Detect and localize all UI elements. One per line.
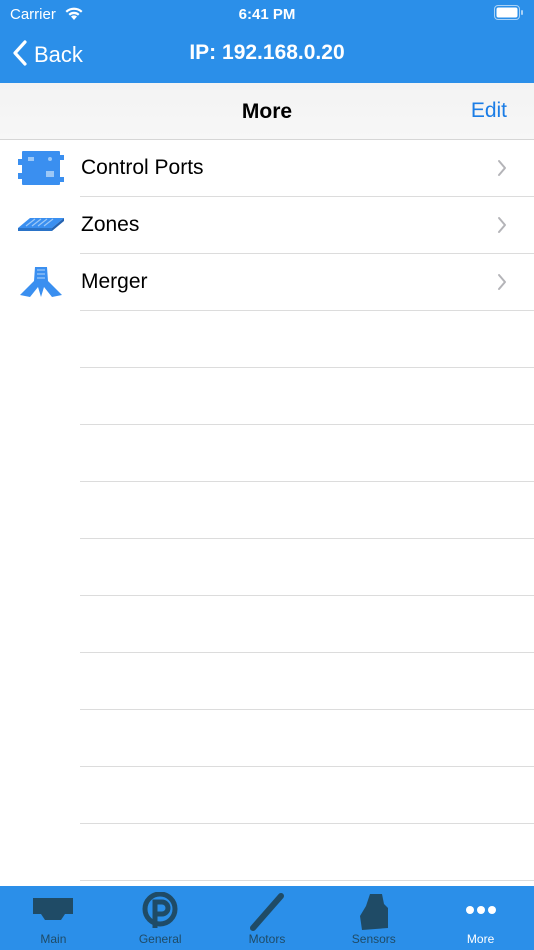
list-item-merger[interactable]: Merger bbox=[0, 254, 534, 311]
tab-bar: Main General Motors Sensors More bbox=[0, 886, 534, 950]
edit-button[interactable]: Edit bbox=[471, 99, 507, 123]
navigation-bar: Back IP: 192.168.0.20 bbox=[0, 28, 534, 83]
status-bar: Carrier 6:41 PM bbox=[0, 0, 534, 28]
control-ports-icon bbox=[18, 149, 64, 187]
list-item-control-ports[interactable]: Control Ports bbox=[0, 140, 534, 197]
tab-label: Sensors bbox=[351, 932, 396, 946]
more-header: More Edit bbox=[0, 83, 534, 140]
zones-icon bbox=[18, 206, 64, 244]
section-title: More bbox=[241, 100, 293, 123]
empty-row bbox=[0, 710, 534, 767]
tab-label: General bbox=[138, 932, 182, 946]
empty-row bbox=[0, 653, 534, 710]
empty-row bbox=[0, 425, 534, 482]
chevron-right-icon bbox=[497, 216, 507, 234]
motors-icon bbox=[247, 892, 287, 937]
empty-row bbox=[0, 767, 534, 824]
tab-sensors[interactable]: Sensors bbox=[320, 886, 427, 950]
more-list: Control Ports Zones Merger bbox=[0, 140, 534, 881]
sensors-icon bbox=[356, 892, 392, 937]
tab-label: Main bbox=[40, 932, 67, 946]
page-title: IP: 192.168.0.20 bbox=[189, 41, 345, 64]
list-item-label: Control Ports bbox=[81, 156, 204, 179]
empty-row bbox=[0, 824, 534, 881]
list-item-label: Merger bbox=[81, 270, 148, 293]
empty-row bbox=[0, 311, 534, 368]
chevron-right-icon bbox=[497, 159, 507, 177]
tab-label: Motors bbox=[248, 932, 286, 946]
tab-label: More bbox=[466, 932, 495, 946]
tab-motors[interactable]: Motors bbox=[214, 886, 321, 950]
tab-general[interactable]: General bbox=[107, 886, 214, 950]
empty-row bbox=[0, 539, 534, 596]
merger-icon bbox=[18, 263, 64, 301]
main-icon bbox=[31, 892, 75, 927]
empty-row bbox=[0, 368, 534, 425]
chevron-right-icon bbox=[497, 273, 507, 291]
list-item-label: Zones bbox=[81, 213, 140, 236]
general-icon bbox=[140, 891, 180, 935]
list-item-zones[interactable]: Zones bbox=[0, 197, 534, 254]
tab-more[interactable]: More bbox=[427, 886, 534, 950]
battery-icon bbox=[494, 5, 524, 21]
empty-row bbox=[0, 482, 534, 539]
status-time: 6:41 PM bbox=[238, 6, 296, 23]
empty-row bbox=[0, 596, 534, 653]
tab-main[interactable]: Main bbox=[0, 886, 107, 950]
more-dots-icon bbox=[463, 892, 499, 927]
